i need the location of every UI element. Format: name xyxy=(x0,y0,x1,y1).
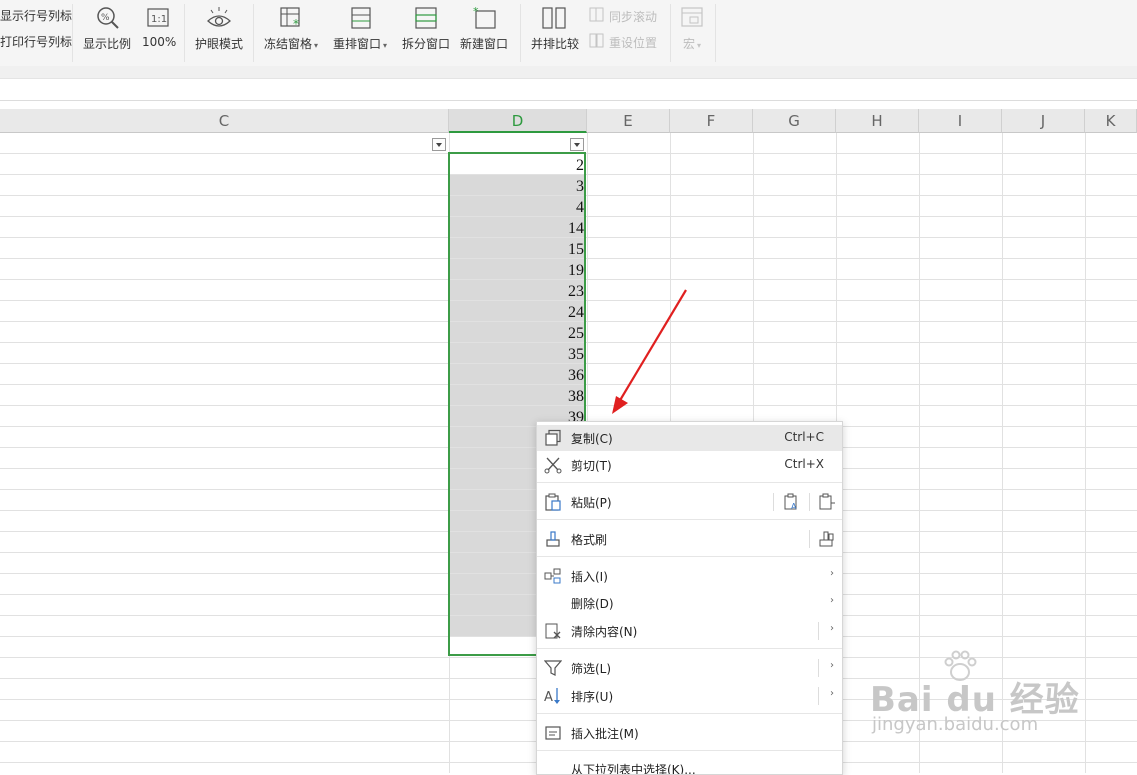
menu-vertical-divider xyxy=(818,622,819,640)
menu-item-format-painter[interactable]: 格式刷 xyxy=(537,526,842,552)
menu-item-copy[interactable]: 复制(C) Ctrl+C xyxy=(537,425,842,451)
menu-insert-label: 插入(I) xyxy=(571,570,608,584)
menu-divider xyxy=(537,482,842,483)
menu-divider xyxy=(537,713,842,714)
menu-vertical-divider xyxy=(809,530,810,548)
menu-cut-label: 剪切(T) xyxy=(571,459,612,473)
watermark-url: jingyan.baidu.com xyxy=(872,714,1039,735)
format-painter-icon xyxy=(546,531,560,547)
filter-icon xyxy=(544,660,562,676)
svg-text:A: A xyxy=(791,502,797,511)
menu-item-insert-comment[interactable]: 插入批注(M) xyxy=(537,720,842,746)
menu-item-filter[interactable]: 筛选(L) › xyxy=(537,655,842,681)
context-menu: 复制(C) Ctrl+C 剪切(T) Ctrl+X 粘贴(P) A 格式刷 插入… xyxy=(536,421,843,775)
paste-icon xyxy=(545,493,561,511)
menu-insert-comment-label: 插入批注(M) xyxy=(571,727,639,741)
chevron-right-icon: › xyxy=(830,568,834,579)
comment-icon xyxy=(545,726,561,740)
menu-item-paste[interactable]: 粘贴(P) A xyxy=(537,489,842,515)
clear-contents-icon xyxy=(545,623,561,639)
menu-item-sort[interactable]: A 排序(U) › xyxy=(537,683,842,709)
menu-divider xyxy=(537,648,842,649)
menu-vertical-divider xyxy=(809,493,810,511)
svg-text:A: A xyxy=(544,690,553,705)
chevron-right-icon: › xyxy=(830,688,834,699)
menu-copy-label: 复制(C) xyxy=(571,432,613,446)
scissors-icon xyxy=(544,457,562,474)
menu-vertical-divider xyxy=(818,659,819,677)
menu-clear-label: 清除内容(N) xyxy=(571,625,638,639)
menu-sort-label: 排序(U) xyxy=(571,690,614,704)
menu-divider xyxy=(537,556,842,557)
menu-paste-label: 粘贴(P) xyxy=(571,496,612,510)
paste-values-icon[interactable]: A xyxy=(783,493,801,511)
copy-icon xyxy=(545,429,561,446)
menu-item-cut[interactable]: 剪切(T) Ctrl+X xyxy=(537,452,842,478)
menu-item-clear-contents[interactable]: 清除内容(N) › xyxy=(537,618,842,644)
format-painter-multi-icon[interactable] xyxy=(818,530,836,548)
menu-item-pick-from-list[interactable]: 从下拉列表中选择(K)... xyxy=(537,756,842,774)
sort-icon: A xyxy=(544,688,560,705)
menu-item-insert[interactable]: 插入(I) › xyxy=(537,563,842,589)
insert-cells-icon xyxy=(544,568,561,584)
menu-divider xyxy=(537,750,842,751)
menu-filter-label: 筛选(L) xyxy=(571,662,612,676)
chevron-right-icon: › xyxy=(830,623,834,634)
menu-copy-shortcut: Ctrl+C xyxy=(784,430,824,444)
paste-special-icon[interactable] xyxy=(818,493,836,511)
menu-delete-label: 删除(D) xyxy=(571,597,614,611)
menu-vertical-divider xyxy=(818,687,819,705)
menu-item-delete[interactable]: 删除(D) › xyxy=(537,590,842,616)
menu-cut-shortcut: Ctrl+X xyxy=(784,457,824,471)
chevron-right-icon: › xyxy=(830,595,834,606)
menu-format-painter-label: 格式刷 xyxy=(571,533,608,547)
menu-divider xyxy=(537,519,842,520)
chevron-right-icon: › xyxy=(830,660,834,671)
menu-vertical-divider xyxy=(773,493,774,511)
